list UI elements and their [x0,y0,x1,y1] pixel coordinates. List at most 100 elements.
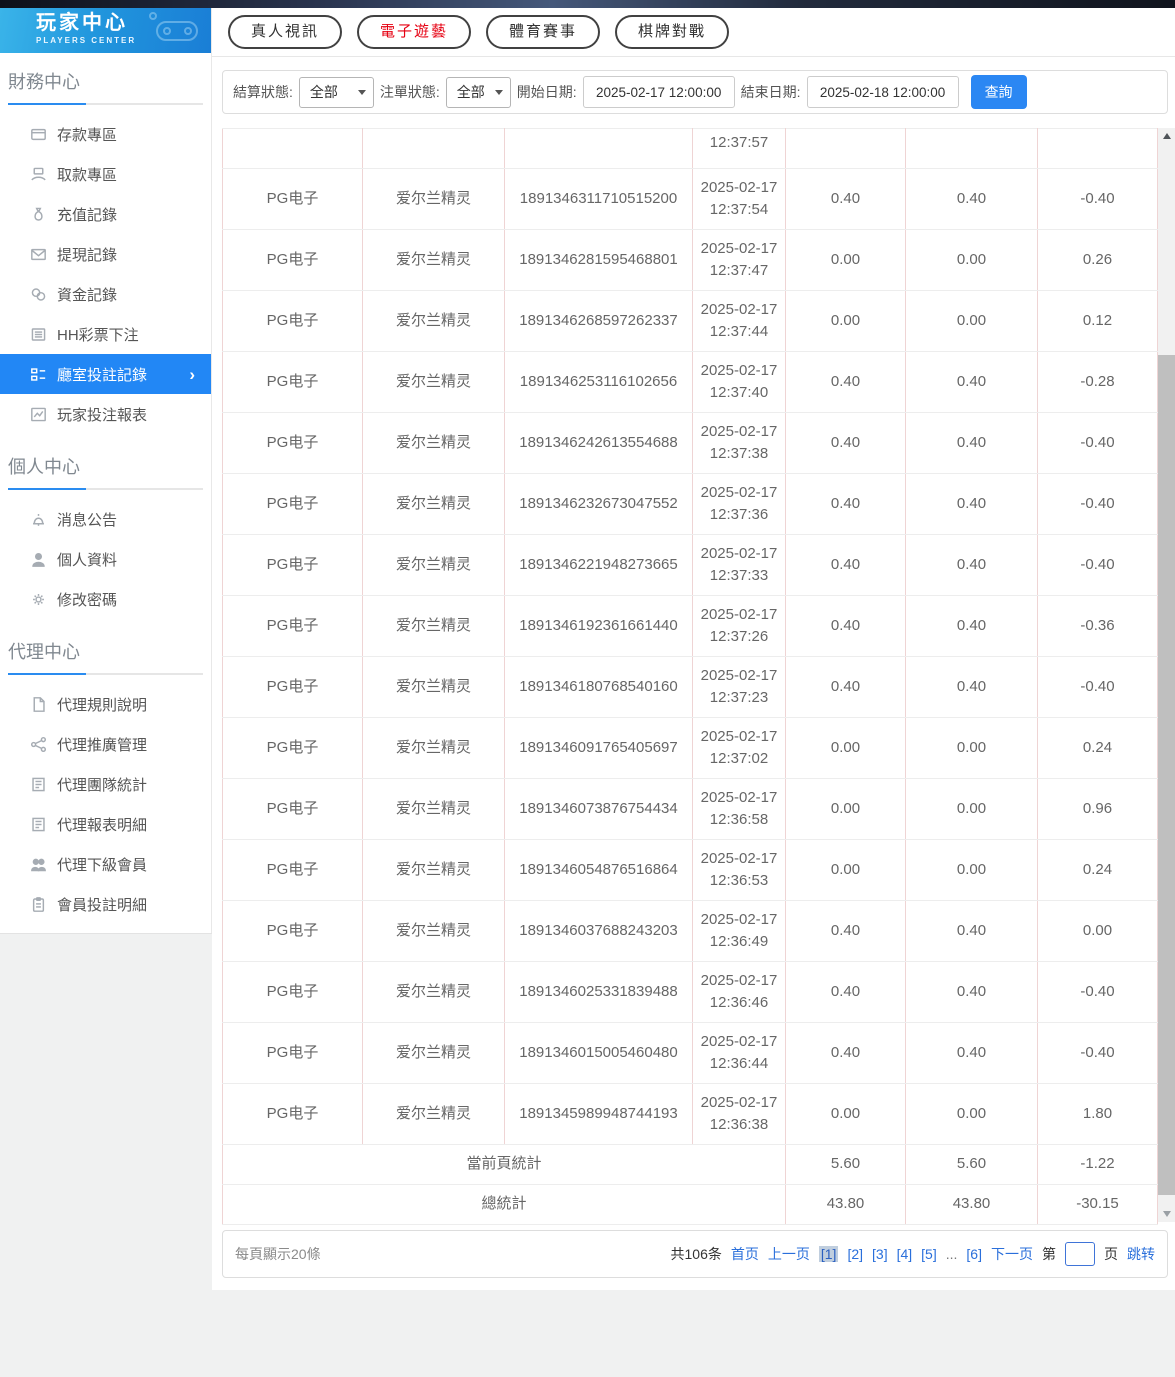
sidebar-item-label: 代理下級會員 [57,856,148,874]
summary-win-loss: -30.15 [1037,1184,1158,1225]
pagination-page-2[interactable]: [2] [847,1246,863,1262]
room-bet-record-icon [30,366,47,383]
pagination-page-3[interactable]: [3] [872,1246,888,1262]
pagination-prev[interactable]: 上一页 [768,1244,810,1264]
cell-platform [222,128,363,169]
bet-time: 12:36:38 [709,1116,769,1133]
table-row: PG电子 爱尔兰精灵 1891346180768540160 2025-02-1… [222,656,1158,718]
bet-date: 2025-02-17 [700,971,778,989]
cell-win-loss: -0.40 [1037,961,1158,1023]
pagination-page-4[interactable]: [4] [897,1246,913,1262]
tab-board-card-games[interactable]: 棋牌對戰 [615,15,730,49]
bet-time: 12:37:02 [709,750,769,767]
pagination-page-6[interactable]: [6] [966,1246,982,1262]
cell-platform: PG电子 [222,961,363,1023]
jump-button[interactable]: 跳转 [1127,1244,1155,1264]
start-date-input[interactable] [582,76,735,108]
cell-bet-amount: 0.40 [785,900,906,962]
summary-row: 當前頁統計 5.60 5.60 -1.22 [222,1144,1158,1185]
sidebar-item-deposit[interactable]: 存款專區 [0,114,211,154]
cell-bet-amount: 0.40 [785,168,906,230]
settle-status-select[interactable]: 全部 [298,76,374,108]
jump-page-input[interactable] [1065,1242,1095,1266]
sidebar-item-lottery-bet[interactable]: HH彩票下注 [0,314,211,354]
scroll-down-arrow-icon[interactable] [1158,1206,1175,1222]
sidebar-item-agent-sub-members[interactable]: 代理下級會員 [0,844,211,884]
order-status-select[interactable]: 全部 [445,76,511,108]
bet-records-table-wrap: 12:37:57 PG电子 爱尔兰精灵 1891346311710515200 … [222,128,1158,1225]
summary-label: 總統計 [222,1184,786,1225]
cell-win-loss: -0.40 [1037,412,1158,474]
pagination-page-1[interactable]: [1] [818,1246,839,1262]
cell-valid-bet: 0.40 [905,351,1038,413]
agent-team-stats-icon [30,776,47,793]
chevron-right-icon: › [189,364,195,384]
bet-time: 12:37:33 [709,567,769,584]
sidebar-item-label: HH彩票下注 [57,326,139,344]
pagination-page-5[interactable]: [5] [921,1246,937,1262]
table-row: PG电子 爱尔兰精灵 1891346232673047552 2025-02-1… [222,473,1158,535]
cell-game: 爱尔兰精灵 [362,290,505,352]
pagination-first[interactable]: 首页 [731,1244,759,1264]
sidebar-item-notice[interactable]: 消息公告 [0,499,211,539]
vertical-scrollbar[interactable] [1158,128,1175,1222]
cell-order-id: 1891346253116102656 [504,351,693,413]
sidebar-item-password[interactable]: 修改密碼 [0,579,211,619]
sidebar-item-player-bet-report[interactable]: 玩家投注報表 [0,394,211,434]
sidebar-item-label: 消息公告 [57,511,118,529]
bet-time: 12:37:47 [709,262,769,279]
sidebar-item-agent-rules[interactable]: 代理規則說明 [0,684,211,724]
cell-bet-amount: 0.40 [785,1022,906,1084]
tab-sports-events[interactable]: 體育賽事 [486,15,601,49]
cell-win-loss: -0.40 [1037,656,1158,718]
bet-time: 12:36:58 [709,811,769,828]
bet-date: 2025-02-17 [700,422,778,440]
member-bet-detail-icon [30,896,47,913]
sidebar-item-profile[interactable]: 個人資料 [0,539,211,579]
sidebar-item-agent-team-stats[interactable]: 代理團隊統計 [0,764,211,804]
cell-game: 爱尔兰精灵 [362,656,505,718]
cell-win-loss: 0.96 [1037,778,1158,840]
pagination-next[interactable]: 下一页 [991,1244,1033,1264]
cell-order-id: 1891346268597262337 [504,290,693,352]
cell-bet-time: 2025-02-17 12:36:44 [692,1022,786,1084]
cell-order-id: 1891346025331839488 [504,961,693,1023]
tab-live-video[interactable]: 真人視訊 [228,15,343,49]
sidebar-item-withdraw[interactable]: 取款專區 [0,154,211,194]
sidebar-item-agent-report-detail[interactable]: 代理報表明細 [0,804,211,844]
sidebar-section-title: 財務中心 [8,72,80,92]
sidebar-item-recharge-record[interactable]: 充值記錄 [0,194,211,234]
sidebar-bottom-background [0,933,212,1377]
sidebar-item-withdraw-record[interactable]: 提現記錄 [0,234,211,274]
sidebar-item-label: 存款專區 [57,126,118,144]
cell-bet-time: 2025-02-17 12:37:26 [692,595,786,657]
search-button[interactable]: 查詢 [970,75,1027,109]
table-row: PG电子 爱尔兰精灵 1891346091765405697 2025-02-1… [222,717,1158,779]
sidebar-item-label: 個人資料 [57,551,118,569]
cell-valid-bet: 0.40 [905,900,1038,962]
bet-date: 2025-02-17 [700,605,778,623]
sidebar-menu: 存款專區 取款專區 充值記錄 提現記錄 資金記錄 HH彩票下注 廳室投註記錄 › [0,105,211,438]
sidebar-item-label: 代理團隊統計 [57,776,148,794]
end-date-input[interactable] [806,76,959,108]
cell-platform: PG电子 [222,900,363,962]
table-row: PG电子 爱尔兰精灵 1891346025331839488 2025-02-1… [222,961,1158,1023]
cell-game: 爱尔兰精灵 [362,534,505,596]
cell-bet-amount: 0.40 [785,351,906,413]
cell-order-id: 1891346091765405697 [504,717,693,779]
scroll-up-arrow-icon[interactable] [1158,128,1175,144]
pager-controls: 共106条 首页 上一页 [1] [2] [3] [4] [5]... [6] 下一页 第… [670,1242,1155,1266]
cell-platform: PG电子 [222,1022,363,1084]
sidebar-item-room-bet-record[interactable]: 廳室投註記錄 › [0,354,211,394]
sidebar-item-label: 會員投註明細 [57,896,148,914]
tab-electronic-games[interactable]: 電子遊藝 [357,15,472,49]
sidebar-item-member-bet-detail[interactable]: 會員投註明細 [0,884,211,924]
scrollbar-thumb[interactable] [1158,355,1175,1195]
cell-game: 爱尔兰精灵 [362,778,505,840]
sidebar: 玩家中心 PLAYERS CENTER 財務中心 存款專區 取款專區 充值記錄 … [0,8,212,954]
cell-game [362,128,505,169]
bet-date: 2025-02-17 [700,727,778,745]
sidebar-item-funds-record[interactable]: 資金記錄 [0,274,211,314]
total-count-text: 共106条 [670,1246,722,1262]
sidebar-item-agent-promotion[interactable]: 代理推廣管理 [0,724,211,764]
